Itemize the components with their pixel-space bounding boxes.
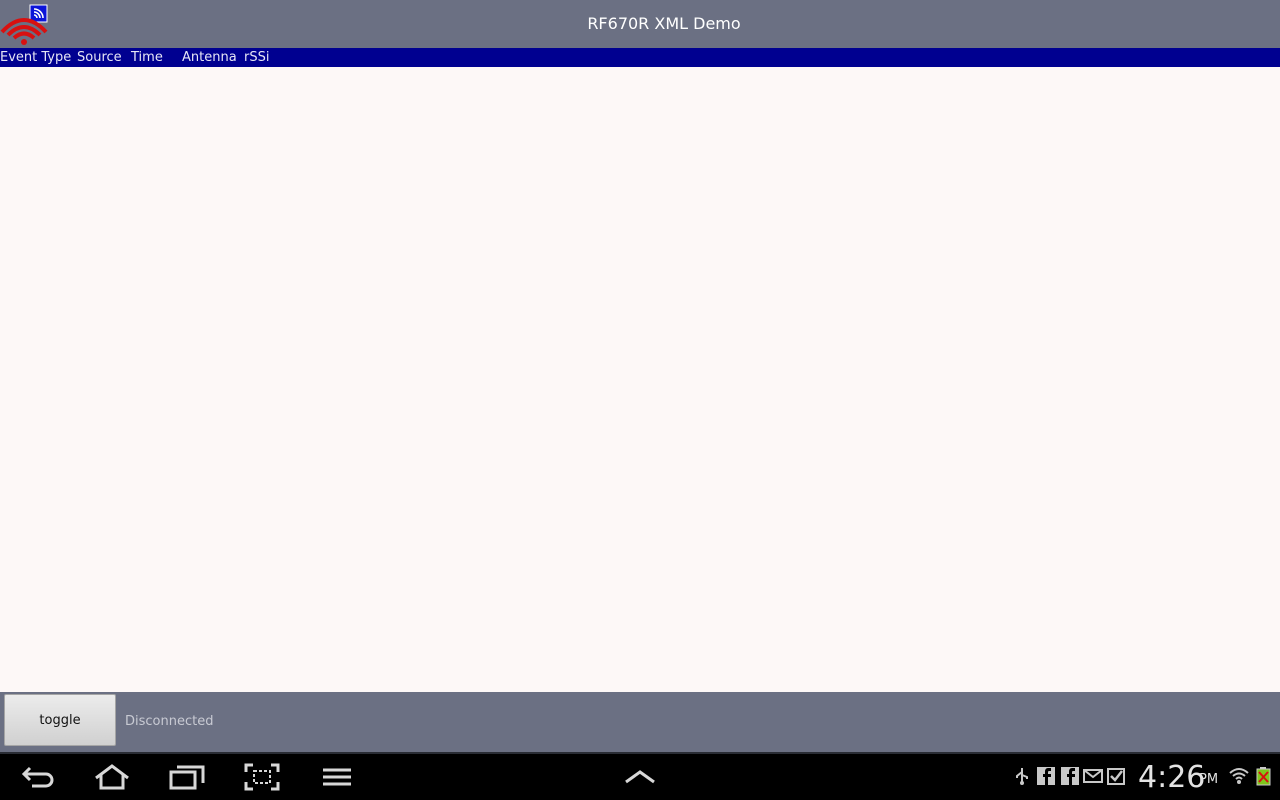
clock-time: 4:26: [1138, 760, 1206, 795]
title-bar: RF670R XML Demo: [0, 0, 1280, 48]
download-done-icon: [1106, 766, 1126, 786]
home-icon[interactable]: [92, 762, 132, 792]
toggle-button[interactable]: toggle: [4, 694, 116, 746]
event-list[interactable]: [0, 67, 1280, 692]
table-header: Event Type Source Time Antenna rSSi: [0, 48, 1280, 67]
expand-up-icon[interactable]: [620, 762, 660, 792]
back-icon[interactable]: [18, 762, 58, 792]
column-header-rssi: rSSi: [244, 50, 270, 65]
screenshot-icon[interactable]: [242, 762, 282, 792]
usb-icon: [1012, 766, 1032, 786]
clock-ampm: PM: [1199, 772, 1219, 787]
column-header-event-type: Event Type: [0, 50, 72, 65]
column-header-source: Source: [77, 50, 122, 65]
connection-status: Disconnected: [125, 714, 214, 729]
email-icon: [1083, 766, 1103, 786]
wifi-icon: [1229, 766, 1249, 786]
facebook-icon: [1036, 766, 1056, 786]
column-header-time: Time: [131, 50, 163, 65]
battery-icon: [1254, 766, 1274, 786]
recent-apps-icon[interactable]: [167, 762, 207, 792]
facebook-icon: [1060, 766, 1080, 786]
column-header-antenna: Antenna: [182, 50, 237, 65]
app-title: RF670R XML Demo: [587, 14, 741, 33]
system-nav-bar: 4:26 PM: [0, 754, 1280, 800]
control-panel: toggle Disconnected: [0, 692, 1280, 752]
menu-icon[interactable]: [317, 762, 357, 792]
